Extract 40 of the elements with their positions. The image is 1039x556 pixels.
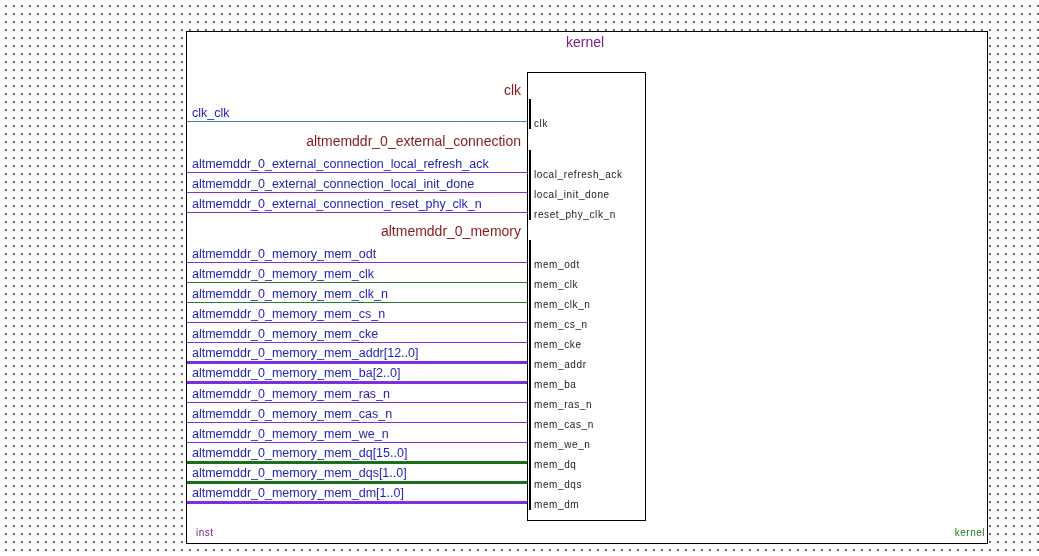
entity-label: kernel — [954, 527, 985, 538]
port-label: mem_dm — [534, 498, 580, 510]
port-label: local_init_done — [534, 188, 610, 200]
signal-label: altmemddr_0_memory_mem_dm[1..0] — [191, 486, 405, 500]
port-label: reset_phy_clk_n — [534, 208, 616, 220]
signal-label: clk_clk — [191, 106, 231, 120]
signal-label: altmemddr_0_external_connection_local_refresh_ack — [191, 157, 490, 171]
port-label: mem_addr — [534, 358, 587, 370]
signal-label: altmemddr_0_memory_mem_dqs[1..0] — [191, 466, 408, 480]
signal-label: altmemddr_0_memory_mem_cke — [191, 327, 380, 341]
port-label: mem_odt — [534, 258, 580, 270]
instance-label: inst — [196, 527, 214, 538]
port-label: mem_clk_n — [534, 298, 591, 310]
signal-label: altmemddr_0_memory_mem_addr[12..0] — [191, 346, 420, 360]
port-label: mem_ba — [534, 378, 577, 390]
signal-label: altmemddr_0_memory_mem_cs_n — [191, 307, 387, 321]
port-label: mem_we_n — [534, 438, 591, 450]
port-group-label: clk — [503, 82, 521, 98]
port-label: mem_clk — [534, 278, 579, 290]
port-label: mem_cke — [534, 338, 582, 350]
signal-label: altmemddr_0_memory_mem_we_n — [191, 427, 390, 441]
signal-label: altmemddr_0_memory_mem_ras_n — [191, 387, 391, 401]
symbol-title: kernel — [566, 33, 605, 52]
signal-label: altmemddr_0_memory_mem_cas_n — [191, 407, 394, 421]
signal-label: altmemddr_0_memory_mem_ba[2..0] — [191, 366, 402, 380]
signal-label: altmemddr_0_external_connection_local_init_done — [191, 177, 476, 191]
port-group-label: altmemddr_0_memory — [380, 223, 521, 239]
port-label: local_refresh_ack — [534, 168, 623, 180]
port-label: mem_dqs — [534, 478, 583, 490]
port-label: mem_ras_n — [534, 398, 593, 410]
port-label: clk — [534, 117, 549, 129]
port-group-label: altmemddr_0_external_connection — [306, 133, 521, 149]
port-label: mem_cs_n — [534, 318, 588, 330]
signal-label: altmemddr_0_memory_mem_dq[15..0] — [191, 446, 409, 460]
port-label: mem_dq — [534, 458, 577, 470]
signal-label: altmemddr_0_memory_mem_clk — [191, 267, 375, 281]
signal-label: altmemddr_0_memory_mem_odt — [191, 247, 378, 261]
signal-label: altmemddr_0_memory_mem_clk_n — [191, 287, 389, 301]
port-label: mem_cas_n — [534, 418, 594, 430]
signal-label: altmemddr_0_external_connection_reset_phy_clk_n — [191, 197, 483, 211]
